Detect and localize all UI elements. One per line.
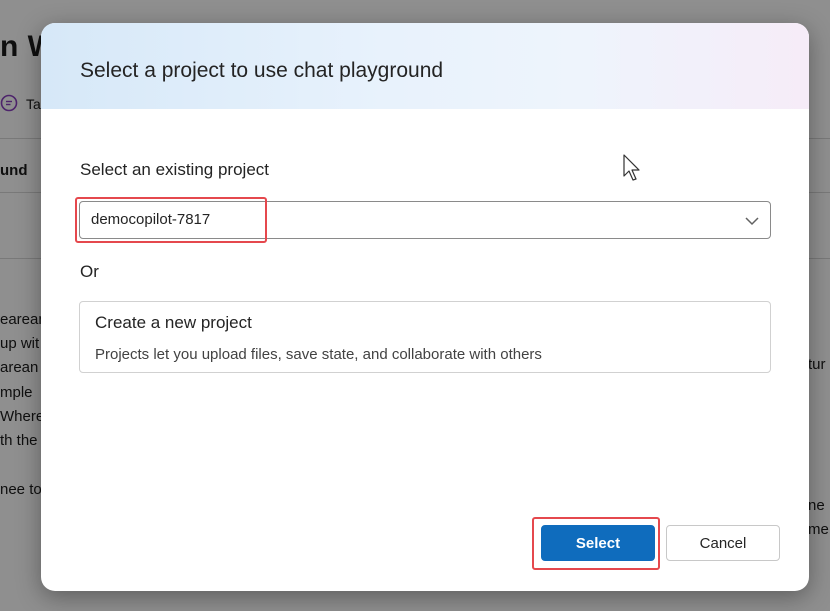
existing-project-label: Select an existing project bbox=[80, 160, 269, 179]
create-project-description: Projects let you upload files, save stat… bbox=[95, 346, 542, 363]
create-new-project-option[interactable]: Create a new project Projects let you up… bbox=[79, 301, 771, 373]
dialog-title: Select a project to use chat playground bbox=[80, 59, 444, 82]
selected-project-value: democopilot-7817 bbox=[91, 211, 211, 228]
project-dropdown[interactable]: democopilot-7817 bbox=[79, 201, 771, 239]
dialog-header: Select a project to use chat playground bbox=[41, 23, 809, 109]
select-project-dialog: Select a project to use chat playground … bbox=[41, 23, 809, 591]
create-project-title: Create a new project bbox=[95, 313, 252, 332]
or-label: Or bbox=[80, 262, 99, 281]
select-button[interactable]: Select bbox=[541, 525, 655, 561]
cancel-button[interactable]: Cancel bbox=[666, 525, 780, 561]
chevron-down-icon bbox=[745, 217, 759, 226]
mouse-cursor-icon bbox=[623, 154, 640, 181]
